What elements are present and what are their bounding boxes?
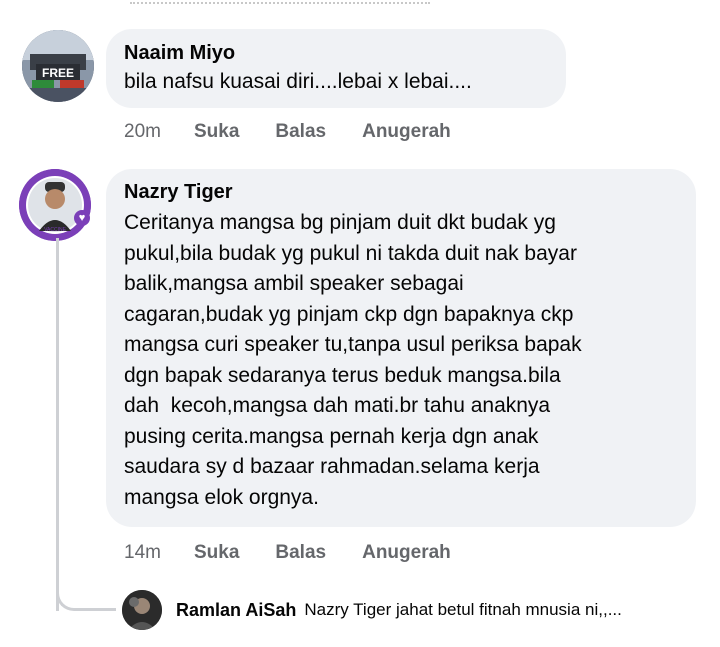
reply-button[interactable]: Balas (275, 542, 326, 564)
comment-text-line: pukul,bila budak yg pukul ni takda duit … (124, 241, 577, 265)
comment-timestamp[interactable]: 20m (124, 121, 161, 143)
comment-actions-naaim-miyo: 20m Suka Balas Anugerah (124, 121, 451, 143)
comment-text-line: cagaran,budak yg pinjam ckp dgn bapaknya… (124, 302, 574, 326)
like-button[interactable]: Suka (194, 542, 239, 564)
comment-text-line: dgn bapak sedaranya terus beduk mangsa.b… (124, 363, 561, 387)
comment-text-line: balik,mangsa ambil speaker sebagai (124, 272, 464, 295)
award-button[interactable]: Anugerah (362, 542, 451, 564)
comment-text-line: dah kecoh,mangsa dah mati.br tahu anakny… (124, 394, 551, 417)
comment-text-line: pusing cerita.mangsa pernah kerja dgn an… (124, 424, 539, 448)
comment-text-line: saudara sy d bazaar rahmadan.selama kerj… (124, 455, 540, 478)
comment-author[interactable]: Nazry Tiger (124, 181, 696, 204)
comment-text-line: mangsa curi speaker tu,tanpa usul periks… (124, 333, 582, 356)
comment-timestamp[interactable]: 14m (124, 542, 161, 564)
thread-line-curve (56, 585, 116, 611)
avatar-naaim-miyo[interactable]: FREE (22, 30, 94, 102)
comment-author[interactable]: Naaim Miyo (124, 42, 566, 65)
comment-text: Ceritanya mangsa bg pinjam duit dkt buda… (124, 208, 696, 513)
award-button[interactable]: Anugerah (362, 121, 451, 143)
thread-line (56, 238, 59, 611)
comment-actions-nazry-tiger: 14m Suka Balas Anugerah (124, 542, 451, 564)
svg-text:FREE: FREE (42, 66, 74, 80)
avatar-image-icon (122, 590, 162, 630)
reply-text: Nazry Tiger jahat betul fitnah mnusia ni… (304, 600, 622, 619)
truncated-previous-content (0, 0, 720, 6)
reply-button[interactable]: Balas (275, 121, 326, 143)
comment-bubble-nazry-tiger: Nazry Tiger Ceritanya mangsa bg pinjam d… (106, 169, 696, 527)
reply-preview[interactable]: Ramlan AiSah Nazry Tiger jahat betul fit… (122, 590, 622, 630)
vaccine-frame-heart-icon: ♥ (74, 210, 90, 226)
comment-text-line: mangsa elok orgnya. (124, 485, 319, 509)
like-button[interactable]: Suka (194, 121, 239, 143)
svg-text:VACCINE: VACCINE (44, 227, 67, 233)
comment-text: bila nafsu kuasai diri....lebai x lebai.… (124, 70, 472, 93)
comment-bubble-naaim-miyo: Naaim Miyo bila nafsu kuasai diri....leb… (106, 29, 566, 108)
avatar-image-icon: FREE (22, 30, 94, 102)
avatar-image-icon: VACCINE (19, 169, 91, 241)
avatar-ramlan-aisah[interactable] (122, 590, 162, 630)
comment-text-line: Ceritanya mangsa bg pinjam duit dkt buda… (124, 211, 556, 234)
reply-author[interactable]: Ramlan AiSah (176, 600, 296, 621)
avatar-nazry-tiger[interactable]: VACCINE (19, 169, 91, 241)
